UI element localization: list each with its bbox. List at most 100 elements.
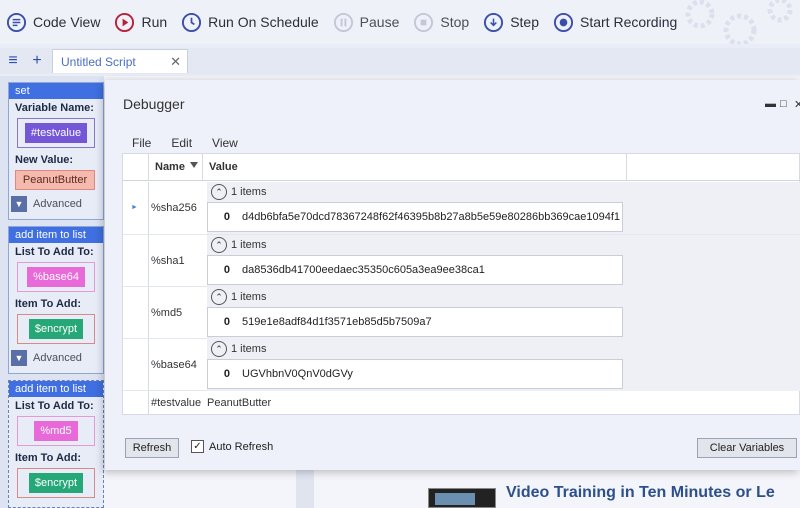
block-header: set [9, 83, 103, 99]
close-icon[interactable]: ✕ [794, 98, 800, 111]
auto-refresh-label: Auto Refresh [209, 440, 274, 453]
advanced-toggle[interactable]: ▼ Advanced [11, 350, 103, 366]
table-row[interactable]: %base64 ⌃ 1 items 0 UGVhbnV0QnV0dGVy [123, 339, 800, 391]
tab-untitled-script[interactable]: Untitled Script ✕ [52, 49, 188, 73]
row-gutter [123, 339, 149, 390]
table-row[interactable]: %md5 ⌃ 1 items 0 519e1e8adf84d1f3571eb85… [123, 287, 800, 339]
item-value: d4db6bfa5e70dcd78367248f62f46395b8b27a8b… [242, 211, 621, 223]
auto-refresh-checkbox[interactable]: ✓ Auto Refresh [191, 440, 273, 453]
stop-label: Stop [440, 14, 470, 30]
new-value-label: New Value: [15, 154, 74, 166]
filter-icon[interactable] [190, 162, 198, 168]
maximize-icon[interactable]: □ [780, 98, 787, 110]
code-view-icon [6, 12, 27, 32]
item-count: 1 items [231, 343, 267, 355]
add-item-block[interactable]: add item to list List To Add To: %base64… [8, 226, 104, 374]
new-value-chip[interactable]: PeanutButter [15, 170, 95, 190]
block-header: add item to list [9, 381, 103, 397]
item-value: da8536db41700eedaec35350c605a3ea9ee38ca1 [242, 264, 485, 276]
run-on-schedule-label: Run On Schedule [208, 14, 319, 30]
menu-icon[interactable]: ≡ [2, 50, 24, 72]
checkmark-icon: ✓ [191, 440, 204, 453]
list-slot[interactable]: %base64 [17, 262, 95, 292]
current-row-indicator-icon: ► [131, 204, 138, 211]
table-row[interactable]: %sha1 ⌃ 1 items 0 da8536db41700eedaec353… [123, 235, 800, 287]
list-item[interactable]: 0 da8536db41700eedaec35350c605a3ea9ee38c… [207, 255, 623, 285]
variable-name: %sha256 [151, 202, 197, 214]
item-index: 0 [223, 316, 230, 328]
list-to-add-to-label: List To Add To: [15, 400, 94, 412]
close-tab-icon[interactable]: ✕ [170, 54, 181, 70]
name-column-label: Name [155, 161, 185, 173]
video-thumbnail[interactable] [428, 488, 496, 508]
list-chip[interactable]: %md5 [34, 421, 78, 441]
menu-file[interactable]: File [132, 136, 151, 150]
row-gutter [123, 235, 149, 286]
debugger-title: Debugger [123, 96, 185, 112]
list-chip[interactable]: %base64 [27, 267, 85, 287]
clock-icon [182, 12, 202, 32]
add-item-block[interactable]: add item to list List To Add To: %md5 It… [8, 380, 104, 508]
column-header-value[interactable]: Value [203, 154, 627, 180]
debugger-window: Debugger ▬ □ ✕ File Edit View Name Value… [105, 80, 800, 470]
table-row[interactable]: #testvalue PeanutButter [123, 391, 800, 415]
pause-label: Pause [359, 14, 400, 30]
collapse-icon[interactable]: ⌃ [211, 184, 227, 200]
menu-view[interactable]: View [212, 136, 238, 150]
variables-grid: Name Value ► %sha256 ⌃ 1 items 0 d4db6bf… [122, 153, 800, 415]
collapse-icon[interactable]: ⌃ [211, 237, 227, 253]
item-count: 1 items [231, 291, 267, 303]
list-slot[interactable]: %md5 [17, 416, 95, 446]
advanced-label: Advanced [33, 352, 82, 364]
variable-name: %md5 [151, 307, 183, 319]
variable-value: PeanutButter [207, 397, 272, 409]
stop-icon [414, 12, 434, 32]
list-detail: ⌃ 1 items 0 da8536db41700eedaec35350c605… [207, 235, 800, 287]
menu-edit[interactable]: Edit [171, 136, 192, 150]
run-button[interactable]: Run [114, 7, 167, 37]
variable-chip[interactable]: #testvalue [24, 123, 88, 143]
minimize-icon[interactable]: ▬ [765, 98, 776, 110]
list-item[interactable]: 0 519e1e8adf84d1f3571eb85d5b7509a7 [207, 307, 623, 337]
list-detail: ⌃ 1 items 0 519e1e8adf84d1f3571eb85d5b75… [207, 287, 800, 339]
item-count: 1 items [231, 239, 267, 251]
script-panel: set Variable Name: #testvalue New Value:… [0, 76, 104, 508]
list-item[interactable]: 0 d4db6bfa5e70dcd78367248f62f46395b8b27a… [207, 202, 623, 232]
item-slot[interactable]: $encrypt [17, 314, 95, 344]
step-button[interactable]: Step [483, 7, 539, 37]
refresh-button[interactable]: Refresh [125, 438, 179, 458]
clear-variables-button[interactable]: Clear Variables [697, 438, 797, 458]
run-icon [115, 12, 135, 32]
step-icon [484, 12, 504, 32]
item-to-add-label: Item To Add: [15, 298, 81, 310]
table-row[interactable]: ► %sha256 ⌃ 1 items 0 d4db6bfa5e70dcd783… [123, 182, 800, 235]
item-chip[interactable]: $encrypt [28, 473, 84, 493]
start-recording-button[interactable]: Start Recording [553, 7, 677, 37]
advanced-toggle[interactable]: ▼ Advanced [11, 196, 103, 212]
code-view-label: Code View [33, 14, 101, 30]
set-block[interactable]: set Variable Name: #testvalue New Value:… [8, 82, 104, 220]
pause-icon [333, 12, 353, 32]
item-index: 0 [223, 264, 230, 276]
debugger-menu: File Edit View [132, 136, 238, 150]
item-value: UGVhbnV0QnV0dGVy [242, 368, 353, 380]
video-title-link[interactable]: Video Training in Ten Minutes or Le [506, 484, 775, 502]
record-icon [553, 12, 574, 32]
run-on-schedule-button[interactable]: Run On Schedule [181, 7, 319, 37]
list-item[interactable]: 0 UGVhbnV0QnV0dGVy [207, 359, 623, 389]
collapse-icon[interactable]: ⌃ [211, 341, 227, 357]
stop-button[interactable]: Stop [413, 7, 469, 37]
variable-name-label: Variable Name: [15, 102, 94, 114]
chevron-down-icon: ▼ [11, 350, 27, 366]
item-chip[interactable]: $encrypt [28, 319, 84, 339]
column-header-name[interactable]: Name [149, 154, 203, 180]
add-tab-icon[interactable]: + [26, 50, 48, 72]
item-slot[interactable]: $encrypt [17, 468, 95, 498]
divider [296, 470, 314, 508]
list-to-add-to-label: List To Add To: [15, 246, 94, 258]
code-view-button[interactable]: Code View [6, 7, 100, 37]
collapse-icon[interactable]: ⌃ [211, 289, 227, 305]
pause-button[interactable]: Pause [333, 7, 400, 37]
row-header-column [123, 154, 149, 180]
variable-name-slot[interactable]: #testvalue [17, 118, 95, 148]
